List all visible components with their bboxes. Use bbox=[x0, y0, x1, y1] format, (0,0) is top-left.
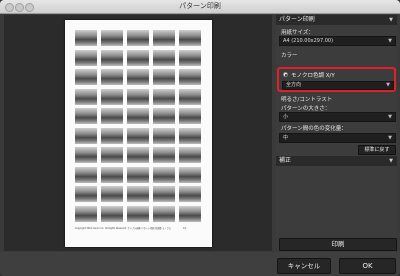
pattern-tile bbox=[179, 205, 201, 222]
pattern-tile bbox=[153, 108, 175, 124]
pattern-tile bbox=[101, 127, 123, 144]
cancel-button[interactable]: キャンセル bbox=[277, 258, 331, 274]
chevron-down-icon: ▼ bbox=[389, 158, 393, 164]
pattern-tile bbox=[153, 186, 175, 202]
paper-size-value: A4 (210.00x297.00) bbox=[283, 38, 334, 44]
chevron-down-icon: ▼ bbox=[389, 17, 393, 23]
pattern-tile bbox=[179, 108, 201, 124]
tone-direction-select[interactable]: 全方向 ▼ bbox=[282, 81, 394, 90]
pattern-tile bbox=[179, 49, 201, 66]
pattern-tile bbox=[153, 166, 175, 183]
pattern-tile bbox=[127, 205, 149, 222]
pattern-tile bbox=[75, 49, 97, 66]
preview-caption: Copyright 2016 Canon Inc. All Rights Res… bbox=[75, 227, 171, 230]
chevron-down-icon: ▼ bbox=[388, 38, 392, 44]
pattern-tile bbox=[179, 88, 201, 105]
pattern-tile bbox=[75, 30, 97, 46]
pattern-print-section-header[interactable]: パターン印刷 ▼ bbox=[276, 15, 397, 25]
paper-size-label: 用紙サイズ： bbox=[281, 30, 314, 36]
pattern-print-window: パターン印刷 Copyright 2016 Canon Inc. All Rig… bbox=[0, 0, 400, 276]
section-header-label: パターン印刷 bbox=[279, 16, 315, 23]
pattern-tile bbox=[127, 147, 149, 163]
pattern-tile bbox=[127, 69, 149, 85]
brightness-contrast-label: 明るさ/コントラスト bbox=[281, 97, 333, 103]
pattern-tile bbox=[179, 127, 201, 144]
preview-page: Copyright 2016 Canon Inc. All Rights Res… bbox=[65, 20, 212, 247]
pattern-tile bbox=[179, 166, 201, 183]
pattern-tile bbox=[153, 205, 175, 222]
pattern-tile bbox=[127, 127, 149, 144]
pattern-tile bbox=[101, 147, 123, 163]
reset-defaults-button[interactable]: 標準に戻す bbox=[358, 145, 396, 155]
print-button[interactable]: 印刷 bbox=[279, 238, 397, 251]
preview-page-number: 1/1 bbox=[183, 227, 187, 230]
color-change-label: パターン間の色の変化量： bbox=[281, 126, 347, 132]
correction-section-header[interactable]: 補正 ▼ bbox=[276, 156, 397, 166]
pattern-tile bbox=[179, 69, 201, 85]
pattern-tile bbox=[101, 108, 123, 124]
pattern-tile bbox=[127, 49, 149, 66]
pattern-tile bbox=[75, 186, 97, 202]
chevron-down-icon: ▼ bbox=[388, 114, 392, 120]
window-title: パターン印刷 bbox=[179, 2, 221, 10]
pattern-tile bbox=[101, 49, 123, 66]
pattern-tile bbox=[153, 147, 175, 163]
pattern-tile bbox=[179, 186, 201, 202]
pattern-size-select[interactable]: 小 ▼ bbox=[279, 112, 396, 122]
chevron-down-icon: ▼ bbox=[388, 135, 392, 141]
pattern-tile bbox=[101, 69, 123, 85]
pattern-tile bbox=[75, 205, 97, 222]
pattern-tile bbox=[101, 205, 123, 222]
pattern-tile bbox=[127, 30, 149, 46]
pattern-tile bbox=[127, 186, 149, 202]
paper-size-select[interactable]: A4 (210.00x297.00) ▼ bbox=[279, 36, 396, 46]
print-preview-area: Copyright 2016 Canon Inc. All Rights Res… bbox=[4, 15, 272, 251]
pattern-tile bbox=[75, 108, 97, 124]
pattern-tile bbox=[179, 147, 201, 163]
pattern-tile bbox=[101, 30, 123, 46]
pattern-tile bbox=[127, 108, 149, 124]
pattern-tile bbox=[75, 127, 97, 144]
pattern-tile-grid bbox=[75, 30, 202, 224]
pattern-tile bbox=[75, 166, 97, 183]
pattern-tile bbox=[153, 49, 175, 66]
pattern-tile bbox=[153, 88, 175, 105]
monochrome-option-label[interactable]: モノクロ色調 X/Y bbox=[291, 71, 335, 79]
correction-header-label: 補正 bbox=[279, 157, 292, 164]
settings-panel: パターン印刷 ▼ 用紙サイズ： A4 (210.00x297.00) ▼ カラー… bbox=[276, 15, 397, 251]
pattern-size-label: パターンの大きさ： bbox=[281, 106, 331, 112]
pattern-tile bbox=[101, 166, 123, 183]
pattern-tile bbox=[101, 186, 123, 202]
pattern-tile bbox=[153, 127, 175, 144]
color-label: カラー bbox=[281, 53, 298, 59]
title-bar: パターン印刷 bbox=[0, 0, 400, 14]
chevron-down-icon: ▼ bbox=[386, 82, 390, 88]
pattern-size-value: 小 bbox=[283, 114, 289, 120]
pattern-tile bbox=[127, 88, 149, 105]
color-change-select[interactable]: 中 ▼ bbox=[279, 133, 396, 143]
ok-button[interactable]: OK bbox=[339, 258, 396, 274]
pattern-tile bbox=[153, 69, 175, 85]
pattern-tile bbox=[75, 88, 97, 105]
pattern-tile bbox=[153, 30, 175, 46]
pattern-tile bbox=[75, 69, 97, 85]
pattern-tile bbox=[127, 166, 149, 183]
pattern-tile bbox=[179, 30, 201, 46]
tone-direction-value: 全方向 bbox=[286, 82, 302, 88]
pattern-tile bbox=[75, 147, 97, 163]
radio-selected-icon[interactable] bbox=[283, 72, 288, 77]
pattern-tile bbox=[101, 88, 123, 105]
color-change-value: 中 bbox=[283, 135, 289, 141]
